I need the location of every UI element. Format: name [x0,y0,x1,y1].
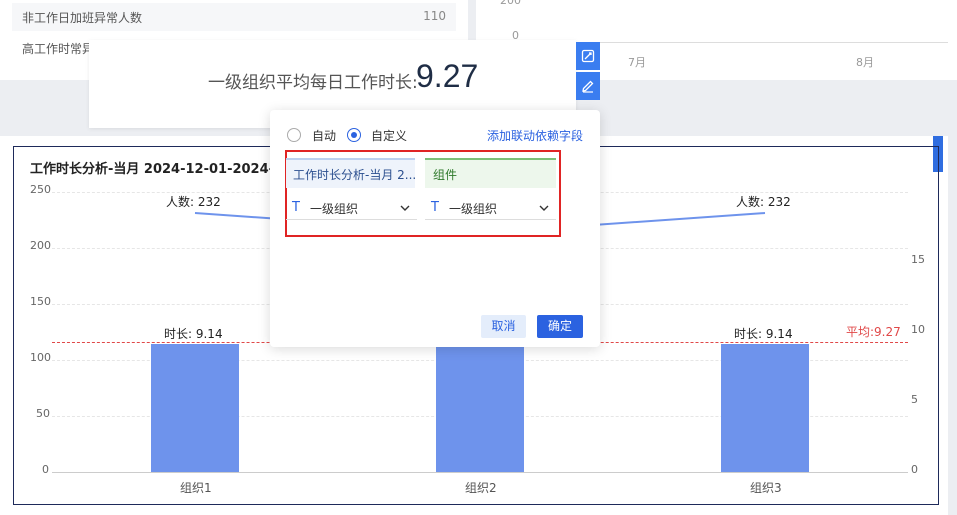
bar-data-label: 时长: 9.14 [164,327,223,342]
source-component-tag: 工作时长分析-当月 2... [286,158,415,188]
add-link-field-link[interactable]: 添加联动依赖字段 [487,127,583,144]
radio-auto[interactable] [287,128,301,142]
line-data-label: 人数: 232 [736,195,791,209]
x-tick-label: 组织1 [180,481,212,495]
x-tick-label: 组织3 [750,481,782,495]
confirm-button[interactable]: 确定 [537,315,583,338]
bar[interactable] [436,344,524,472]
x-tick-label: 组织2 [465,481,497,495]
right-y-tick-label: 0 [911,463,918,476]
left-y-tick-label: 150 [30,295,51,308]
grid-line [52,472,908,473]
right-y-tick-label: 5 [911,393,918,406]
source-field-value: 一级组织 [310,202,359,216]
radio-custom[interactable] [347,128,361,142]
text-type-icon: T [431,200,439,215]
radio-custom-label: 自定义 [371,129,408,143]
left-y-tick-label: 0 [42,463,49,476]
target-field-value: 一级组织 [449,202,498,216]
bar-data-label: 时长: 9.14 [734,327,793,342]
radio-auto-label: 自动 [312,129,337,143]
chevron-down-icon [539,205,549,211]
left-y-tick-label: 200 [30,239,51,252]
bar[interactable] [721,344,809,472]
average-label: 平均:9.27 [846,325,901,340]
chevron-down-icon [400,205,410,211]
cancel-button[interactable]: 取消 [481,315,526,338]
right-y-tick-label: 15 [911,253,925,266]
target-component-tag: 组件 [425,158,556,188]
text-type-icon: T [292,200,300,215]
bar[interactable] [151,344,239,472]
source-field-select[interactable]: T 一级组织 [286,196,417,220]
linkage-popup: 自动 自定义 添加联动依赖字段 工作时长分析-当月 2... 组件 T 一级组织… [270,110,600,347]
target-field-select[interactable]: T 一级组织 [425,196,556,220]
right-y-tick-label: 10 [911,323,925,336]
left-y-tick-label: 50 [36,407,50,420]
left-y-tick-label: 100 [30,351,51,364]
line-data-label: 人数: 232 [166,195,221,209]
left-y-tick-label: 250 [30,183,51,196]
